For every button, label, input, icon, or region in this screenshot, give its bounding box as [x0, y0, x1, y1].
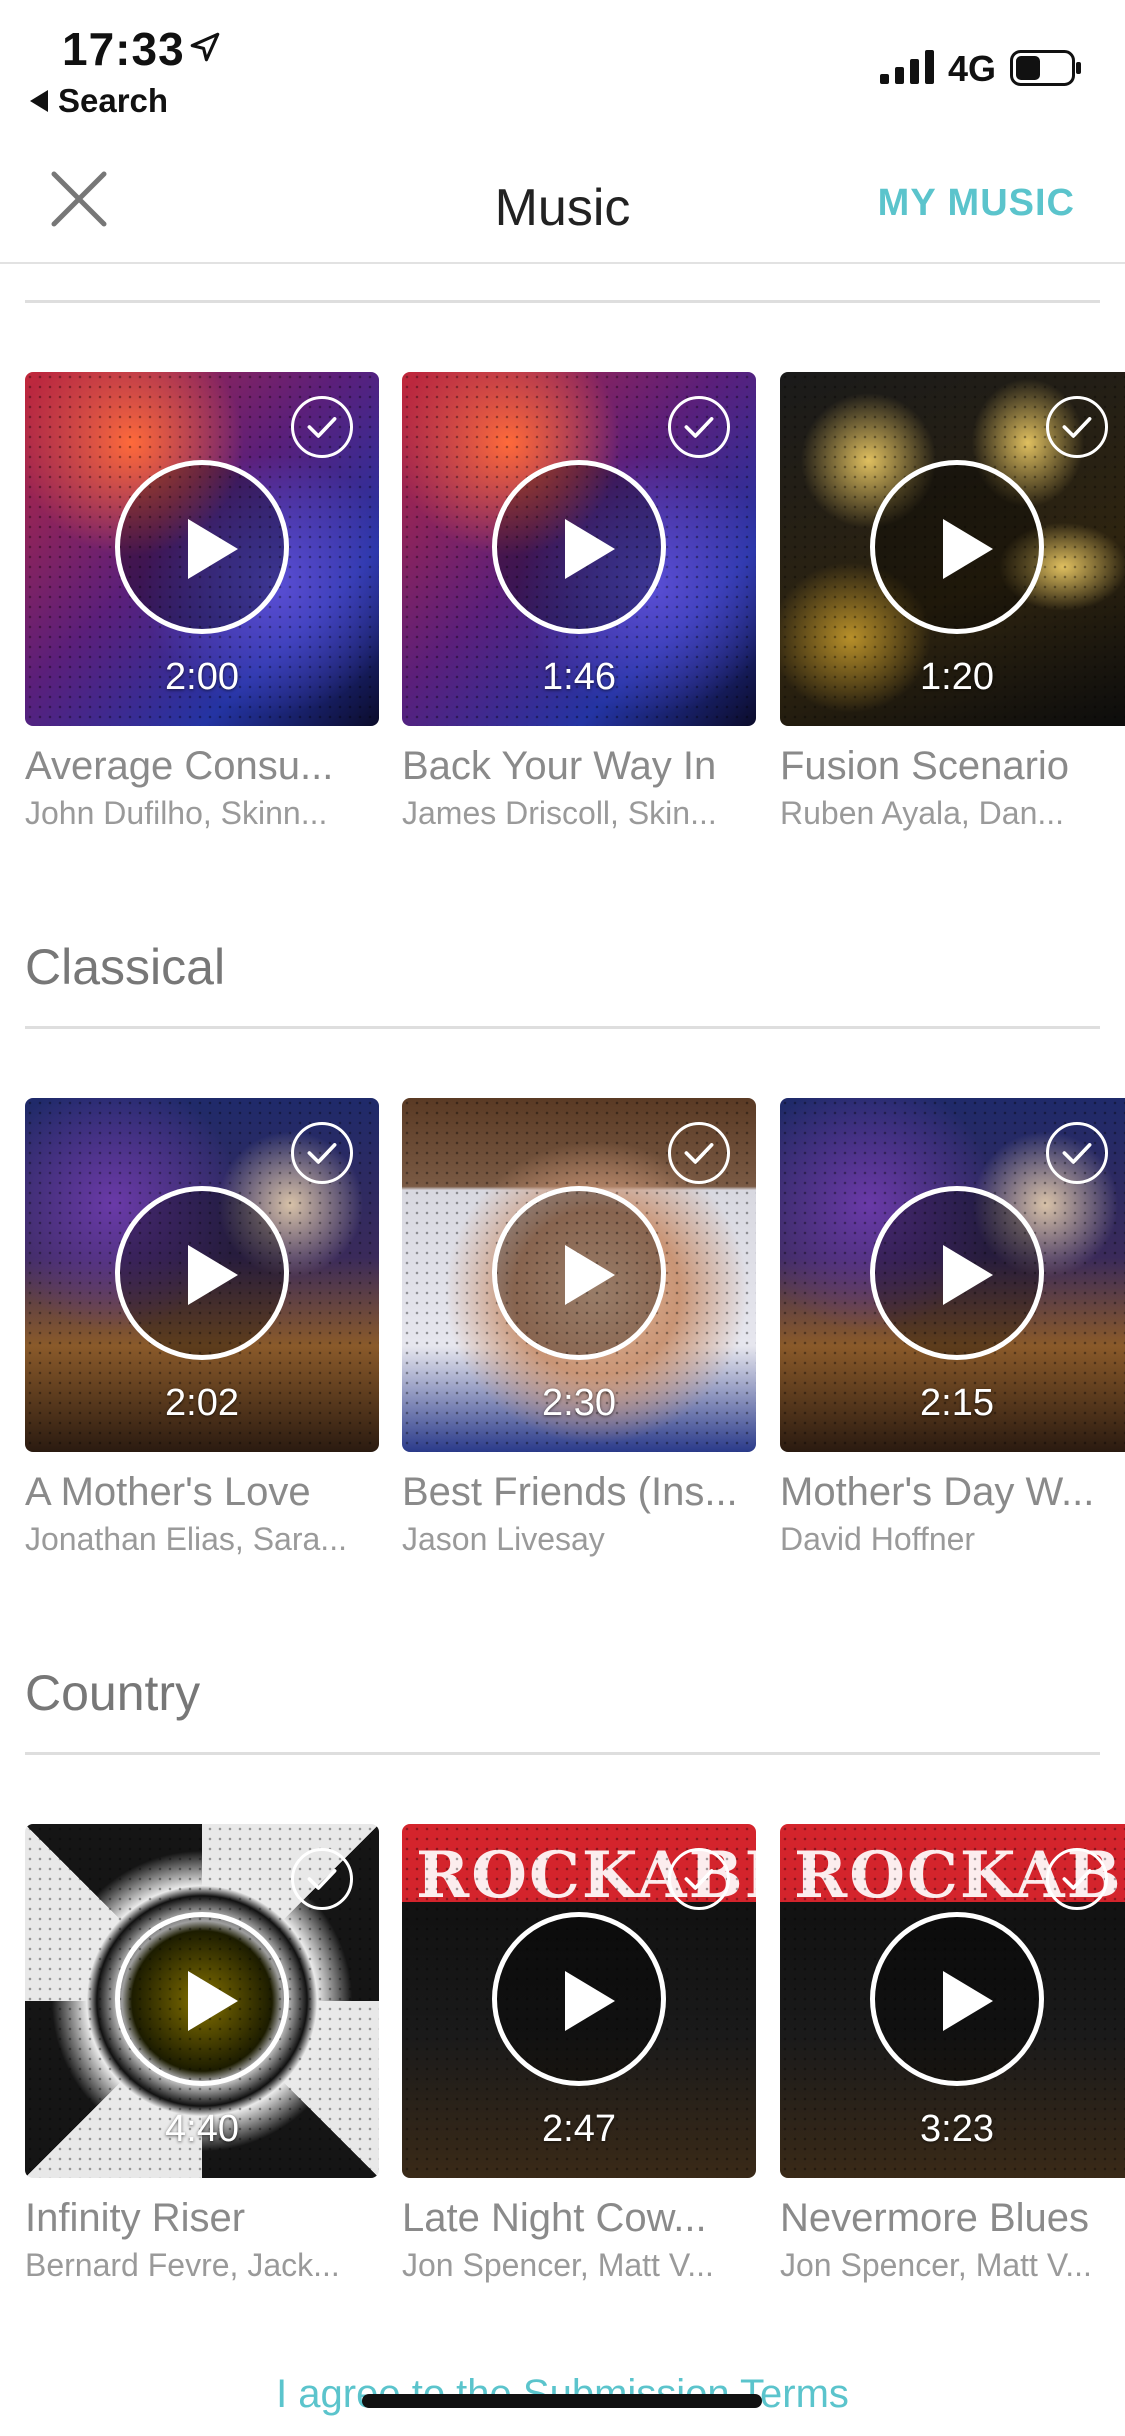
- track-title: Mother's Day W...: [780, 1470, 1095, 1514]
- check-icon[interactable]: [668, 396, 730, 458]
- status-time: 17:33: [62, 23, 185, 75]
- track-duration: 4:40: [165, 2108, 239, 2150]
- track-title: Infinity Riser: [25, 2196, 246, 2240]
- play-icon[interactable]: [492, 1186, 666, 1360]
- track-title: Late Night Cow...: [402, 2196, 707, 2240]
- check-icon[interactable]: [291, 1122, 353, 1184]
- check-icon[interactable]: [291, 1848, 353, 1910]
- track-row: 2:02 A Mother's Love Jonathan Elias, Sara.…: [0, 1098, 1125, 1557]
- play-icon[interactable]: [115, 1912, 289, 2086]
- section-title-classical: Classical: [25, 939, 226, 995]
- play-icon[interactable]: [870, 1186, 1044, 1360]
- album-art[interactable]: 2:00: [25, 372, 379, 726]
- track-duration: 2:30: [542, 1382, 616, 1424]
- section-divider: [25, 300, 1100, 303]
- track-duration: 2:47: [542, 2108, 616, 2150]
- music-list[interactable]: 2:00 Average Consu... John Dufilho, Skinn.…: [0, 266, 1125, 2436]
- back-to-search-button[interactable]: Search: [30, 82, 168, 120]
- track-card[interactable]: 1:46 Back Your Way In James Driscoll, Skin…: [402, 372, 756, 832]
- track-duration: 2:02: [165, 1382, 239, 1424]
- back-search-label: Search: [58, 82, 169, 119]
- track-duration: 2:00: [165, 656, 239, 698]
- track-title: Best Friends (Ins...: [402, 1470, 738, 1514]
- track-card[interactable]: 4:40 Infinity Riser Bernard Fevre, Jack...: [25, 1824, 379, 2284]
- album-art[interactable]: 1:20: [780, 372, 1125, 726]
- track-card[interactable]: ROCKABI2:47 Late Night Cow... Jon Spencer,…: [402, 1824, 756, 2284]
- track-card[interactable]: 2:30 Best Friends (Ins... Jason Livesay: [402, 1098, 756, 1558]
- check-icon[interactable]: [291, 396, 353, 458]
- track-artist: Jon Spencer, Matt V...: [780, 2247, 1092, 2283]
- track-artist: Bernard Fevre, Jack...: [25, 2247, 340, 2283]
- play-icon[interactable]: [115, 1186, 289, 1360]
- play-icon[interactable]: [492, 460, 666, 634]
- check-icon[interactable]: [1046, 1848, 1108, 1910]
- track-duration: 3:23: [920, 2108, 994, 2150]
- track-card[interactable]: 1:20 Fusion Scenario Ruben Ayala, Dan...: [780, 372, 1125, 832]
- section-divider: [25, 1026, 1100, 1029]
- my-music-button[interactable]: MY MUSIC: [878, 182, 1075, 225]
- check-icon[interactable]: [668, 1122, 730, 1184]
- track-artist: Jason Livesay: [402, 1521, 605, 1557]
- album-art[interactable]: 2:02: [25, 1098, 379, 1452]
- check-icon[interactable]: [1046, 1122, 1108, 1184]
- album-art[interactable]: 2:30: [402, 1098, 756, 1452]
- nav-bar: Music MY MUSIC: [0, 140, 1125, 264]
- track-duration: 2:15: [920, 1382, 994, 1424]
- section-divider: [25, 1752, 1100, 1755]
- play-icon[interactable]: [492, 1912, 666, 2086]
- track-title: A Mother's Love: [25, 1470, 311, 1514]
- play-icon[interactable]: [870, 1912, 1044, 2086]
- track-artist: James Driscoll, Skin...: [402, 795, 717, 831]
- status-bar: 17:33 Search 4G: [0, 0, 1125, 140]
- play-icon[interactable]: [870, 460, 1044, 634]
- track-artist: Jonathan Elias, Sara...: [25, 1521, 347, 1557]
- track-title: Back Your Way In: [402, 744, 717, 788]
- track-title: Fusion Scenario: [780, 744, 1070, 788]
- album-art[interactable]: ROCKABI3:23: [780, 1824, 1125, 2178]
- track-artist: John Dufilho, Skinn...: [25, 795, 328, 831]
- track-row: 4:40 Infinity Riser Bernard Fevre, Jack...…: [0, 1824, 1125, 2283]
- album-art[interactable]: 2:15: [780, 1098, 1125, 1452]
- check-icon[interactable]: [1046, 396, 1108, 458]
- back-arrow-icon: [30, 90, 48, 112]
- track-artist: Jon Spencer, Matt V...: [402, 2247, 714, 2283]
- section-title-country: Country: [25, 1665, 201, 1721]
- signal-bars-icon: [880, 50, 934, 84]
- track-duration: 1:20: [920, 656, 994, 698]
- album-art[interactable]: ROCKABI2:47: [402, 1824, 756, 2178]
- track-artist: David Hoffner: [780, 1521, 976, 1557]
- check-icon[interactable]: [668, 1848, 730, 1910]
- location-arrow-icon: [190, 32, 220, 62]
- track-card[interactable]: ROCKABI3:23 Nevermore Blues Jon Spencer, M…: [780, 1824, 1125, 2284]
- track-card[interactable]: 2:00 Average Consu... John Dufilho, Skinn.…: [25, 372, 379, 832]
- track-title: Average Consu...: [25, 744, 334, 788]
- battery-icon: [1010, 50, 1081, 86]
- track-card[interactable]: 2:02 A Mother's Love Jonathan Elias, Sara.…: [25, 1098, 379, 1558]
- play-icon[interactable]: [115, 460, 289, 634]
- track-row: 2:00 Average Consu... John Dufilho, Skinn.…: [0, 372, 1125, 831]
- album-art[interactable]: 1:46: [402, 372, 756, 726]
- track-artist: Ruben Ayala, Dan...: [780, 795, 1065, 831]
- network-type: 4G: [948, 48, 997, 89]
- album-art[interactable]: 4:40: [25, 1824, 379, 2178]
- track-duration: 1:46: [542, 656, 616, 698]
- track-title: Nevermore Blues: [780, 2196, 1090, 2240]
- track-card[interactable]: 2:15 Mother's Day W... David Hoffner: [780, 1098, 1125, 1558]
- home-indicator: [362, 2394, 762, 2408]
